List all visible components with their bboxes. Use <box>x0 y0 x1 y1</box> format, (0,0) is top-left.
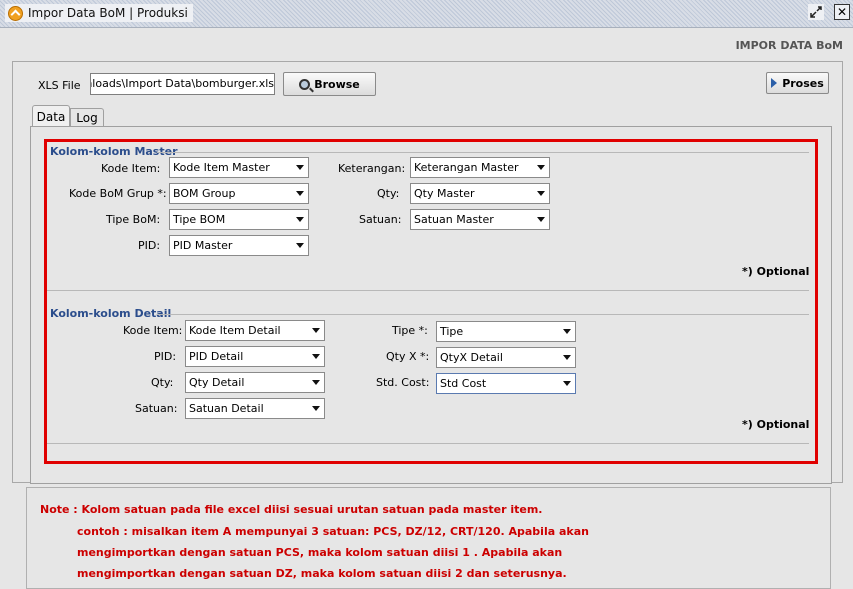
xls-file-label: XLS File <box>38 79 81 92</box>
detail-satuan-select[interactable]: Satuan Detail <box>185 398 325 419</box>
proses-label: Proses <box>782 76 824 90</box>
columns-mapping-box: Kolom-kolom Master Kode Item: Kode Item … <box>44 139 818 464</box>
master-pid-label: PID: <box>138 239 161 252</box>
master-tipe-bom-select[interactable]: Tipe BOM <box>169 209 309 230</box>
page-header-label: IMPOR DATA BoM <box>735 39 843 52</box>
master-keterangan-value: Keterangan Master <box>414 161 519 174</box>
section-divider <box>47 290 809 291</box>
detail-std-cost-label: Std. Cost: <box>376 376 430 389</box>
tab-data[interactable]: Data <box>32 105 70 127</box>
detail-satuan-label: Satuan: <box>135 402 178 415</box>
chevron-down-icon <box>296 243 304 248</box>
detail-satuan-value: Satuan Detail <box>189 402 264 415</box>
play-icon <box>771 78 778 88</box>
app-icon <box>8 5 23 21</box>
search-icon <box>299 78 311 90</box>
detail-pid-label: PID: <box>154 350 177 363</box>
master-kode-item-label: Kode Item: <box>101 162 161 175</box>
master-tipe-bom-value: Tipe BOM <box>173 213 226 226</box>
chevron-down-icon <box>563 381 571 386</box>
xls-file-input[interactable]: )ownloads\Import Data\bomburger.xls <box>90 73 275 95</box>
chevron-down-icon <box>537 217 545 222</box>
chevron-down-icon <box>312 380 320 385</box>
master-kode-item-select[interactable]: Kode Item Master <box>169 157 309 178</box>
detail-pid-value: PID Detail <box>189 350 244 363</box>
master-tipe-bom-label: Tipe BoM: <box>106 213 161 226</box>
tab-content-data: Kolom-kolom Master Kode Item: Kode Item … <box>30 126 832 484</box>
detail-separator <box>157 314 809 315</box>
master-kode-item-value: Kode Item Master <box>173 161 270 174</box>
note-line-2: contoh : misalkan item A mempunyai 3 sat… <box>77 525 589 538</box>
xls-file-value: )ownloads\Import Data\bomburger.xls <box>91 77 274 90</box>
detail-tipe-select[interactable]: Tipe <box>436 321 576 342</box>
window-title: Impor Data BoM | Produksi <box>28 6 188 20</box>
main-panel: XLS File )ownloads\Import Data\bomburger… <box>12 61 843 484</box>
master-keterangan-select[interactable]: Keterangan Master <box>410 157 550 178</box>
master-keterangan-label: Keterangan: <box>338 162 406 175</box>
detail-qty-x-label: Qty X *: <box>386 350 430 363</box>
master-satuan-select[interactable]: Satuan Master <box>410 209 550 230</box>
master-kode-bom-grup-select[interactable]: BOM Group <box>169 183 309 204</box>
master-qty-select[interactable]: Qty Master <box>410 183 550 204</box>
detail-qty-x-value: QtyX Detail <box>440 351 503 364</box>
detail-section-title: Kolom-kolom Detail <box>50 307 172 320</box>
detail-qty-label: Qty: <box>151 376 174 389</box>
chevron-down-icon <box>296 191 304 196</box>
detail-tipe-value: Tipe <box>440 325 464 338</box>
detail-qty-select[interactable]: Qty Detail <box>185 372 325 393</box>
master-separator <box>157 152 809 153</box>
chevron-down-icon <box>296 217 304 222</box>
title-bar: Impor Data BoM | Produksi ✕ <box>0 0 853 28</box>
detail-kode-item-value: Kode Item Detail <box>189 324 281 337</box>
chevron-down-icon <box>312 406 320 411</box>
chevron-down-icon <box>312 328 320 333</box>
note-panel: Note : Kolom satuan pada file excel diis… <box>26 487 831 589</box>
detail-qty-x-select[interactable]: QtyX Detail <box>436 347 576 368</box>
chevron-down-icon <box>296 165 304 170</box>
proses-button[interactable]: Proses <box>766 72 829 94</box>
note-line-4: mengimportkan dengan satuan DZ, maka kol… <box>77 567 567 580</box>
detail-optional-note: *) Optional <box>742 418 810 431</box>
detail-pid-select[interactable]: PID Detail <box>185 346 325 367</box>
detail-kode-item-label: Kode Item: <box>123 324 183 337</box>
master-satuan-value: Satuan Master <box>414 213 494 226</box>
note-line-3: mengimportkan dengan satuan PCS, maka ko… <box>77 546 563 559</box>
master-qty-value: Qty Master <box>414 187 475 200</box>
detail-kode-item-select[interactable]: Kode Item Detail <box>185 320 325 341</box>
chevron-down-icon <box>563 329 571 334</box>
tab-log[interactable]: Log <box>70 108 104 127</box>
detail-std-cost-value: Std Cost <box>440 377 487 390</box>
restore-icon[interactable] <box>808 4 824 20</box>
section-bottom-divider <box>47 443 809 444</box>
browse-label: Browse <box>314 77 360 91</box>
detail-tipe-label: Tipe *: <box>392 324 428 337</box>
browse-button[interactable]: Browse <box>283 72 376 96</box>
chevron-down-icon <box>563 355 571 360</box>
master-pid-select[interactable]: PID Master <box>169 235 309 256</box>
close-icon[interactable]: ✕ <box>834 4 850 20</box>
master-kode-bom-grup-label: Kode BoM Grup *: <box>69 187 167 200</box>
detail-qty-value: Qty Detail <box>189 376 245 389</box>
chevron-down-icon <box>537 191 545 196</box>
master-kode-bom-grup-value: BOM Group <box>173 187 236 200</box>
master-satuan-label: Satuan: <box>359 213 402 226</box>
window-title-area: Impor Data BoM | Produksi <box>5 4 193 22</box>
master-optional-note: *) Optional <box>742 265 810 278</box>
chevron-down-icon <box>537 165 545 170</box>
note-line-1: Note : Kolom satuan pada file excel diis… <box>40 503 543 516</box>
detail-std-cost-select[interactable]: Std Cost <box>436 373 576 394</box>
chevron-down-icon <box>312 354 320 359</box>
master-qty-label: Qty: <box>377 187 400 200</box>
master-pid-value: PID Master <box>173 239 233 252</box>
